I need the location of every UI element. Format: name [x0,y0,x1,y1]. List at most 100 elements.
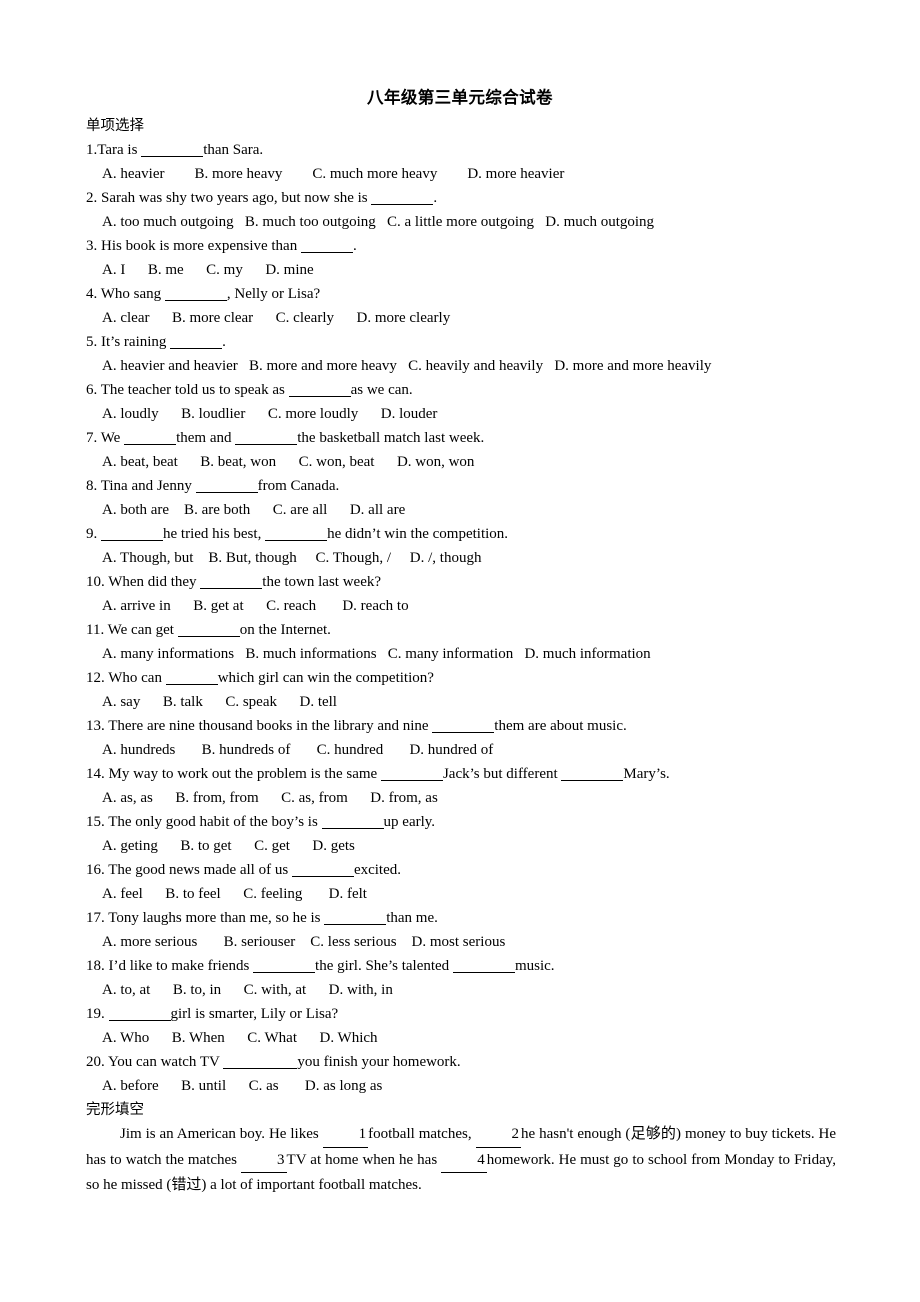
q13-blank[interactable] [432,717,495,733]
cloze-text-2: football matches, [368,1126,476,1142]
q16-blank[interactable] [291,861,354,877]
cloze-blank-3[interactable]: 3 [241,1148,287,1173]
cloze-blank-1[interactable]: 1 [322,1122,369,1148]
question-3-options[interactable]: A. I B. me C. my D. mine [86,258,836,282]
q1-text-after: than Sara. [203,142,264,158]
question-15-stem: 15. The only good habit of the boy’s is … [86,810,836,834]
q14-blank-1[interactable] [380,765,443,781]
q2-blank[interactable] [371,189,434,205]
q13-text-before: 13. There are nine thousand books in the… [86,718,433,734]
question-13-options[interactable]: A. hundreds B. hundreds of C. hundred D.… [86,738,836,762]
q5-blank[interactable] [170,333,223,349]
question-17-stem: 17. Tony laughs more than me, so he is t… [86,906,836,930]
q15-blank[interactable] [321,813,384,829]
q18-blank-2[interactable] [452,957,515,973]
q12-text-after: which girl can win the competition? [217,670,434,686]
question-17-options[interactable]: A. more serious B. seriouser C. less ser… [86,930,836,954]
question-14-options[interactable]: A. as, as B. from, from C. as, from D. f… [86,786,836,810]
q5-text-before: 5. It’s raining [86,334,171,350]
question-20-stem: 20. You can watch TV you finish your hom… [86,1050,836,1074]
q14-blank-2[interactable] [561,765,624,781]
q9-blank-1[interactable] [101,525,163,541]
question-16-stem: 16. The good news made all of us excited… [86,858,836,882]
q18-blank-1[interactable] [253,957,316,973]
question-7-stem: 7. We them and the basketball match last… [86,426,836,450]
q15-text-before: 15. The only good habit of the boy’s is [86,814,322,830]
q9-text-before: 9. [86,526,101,542]
question-10-options[interactable]: A. arrive in B. get at C. reach D. reach… [86,594,836,618]
question-19-options[interactable]: A. Who B. When C. What D. Which [86,1026,836,1050]
q17-text-before: 17. Tony laughs more than me, so he is [86,910,325,926]
section-heading-cloze: 完形填空 [86,1102,144,1118]
q6-text-after: as we can. [350,382,413,398]
q9-text-tail: he didn’t win the competition. [327,526,509,542]
question-9-options[interactable]: A. Though, but B. But, though C. Though,… [86,546,836,570]
q12-blank[interactable] [165,669,218,685]
q10-blank[interactable] [200,573,263,589]
q1-text-before: 1.Tara is [86,142,142,158]
question-20-options[interactable]: A. before B. until C. as D. as long as [86,1074,836,1098]
question-16-options[interactable]: A. feel B. to feel C. feeling D. felt [86,882,836,906]
q17-text-after: than me. [386,910,438,926]
question-15-options[interactable]: A. geting B. to get C. get D. gets [86,834,836,858]
q3-text-after: . [352,238,357,254]
question-5-options[interactable]: A. heavier and heavier B. more and more … [86,354,836,378]
question-11-options[interactable]: A. many informations B. much information… [86,642,836,666]
question-8-stem: 8. Tina and Jenny from Canada. [86,474,836,498]
q11-text-before: 11. We can get [86,622,178,638]
question-6-stem: 6. The teacher told us to speak as as we… [86,378,836,402]
question-6-options[interactable]: A. loudly B. loudlier C. more loudly D. … [86,402,836,426]
q18-text-tail: music. [514,958,555,974]
q7-text-after: the basketball match last week. [297,430,485,446]
q14-text-before: 14. My way to work out the problem is th… [86,766,381,782]
q7-blank-1[interactable] [124,429,177,445]
question-12-options[interactable]: A. say B. talk C. speak D. tell [86,690,836,714]
question-8-options[interactable]: A. both are B. are both C. are all D. al… [86,498,836,522]
question-9-stem: 9. he tried his best, he didn’t win the … [86,522,836,546]
q7-text-before: 7. We [86,430,125,446]
q15-text-after: up early. [383,814,436,830]
question-19-stem: 19. girl is smarter, Lily or Lisa? [86,1002,836,1026]
q19-blank[interactable] [108,1005,171,1021]
section-heading-multiple-choice: 单项选择 [86,118,144,134]
q5-text-after: . [222,334,226,350]
q4-text-before: 4. Who sang [86,286,165,302]
q4-blank[interactable] [164,285,227,301]
question-18-options[interactable]: A. to, at B. to, in C. with, at D. with,… [86,978,836,1002]
q2-text-after: . [433,190,438,206]
q20-blank[interactable] [223,1053,298,1069]
cloze-blank-4[interactable]: 4 [441,1148,487,1173]
q11-blank[interactable] [177,621,240,637]
cloze-blank-2[interactable]: 2 [475,1122,521,1148]
q3-blank[interactable] [300,237,353,253]
q16-text-before: 16. The good news made all of us [86,862,292,878]
q14-text-tail: Mary’s. [623,766,670,782]
q3-text-before: 3. His book is more expensive than [86,238,301,254]
q9-blank-2[interactable] [265,525,328,541]
q18-text-after: the girl. She’s talented [315,958,453,974]
question-10-stem: 10. When did they the town last week? [86,570,836,594]
q20-text-after: you finish your homework. [297,1054,461,1070]
exam-paper-page: 八年级第三单元综合试卷 单项选择 1.Tara is than Sara. A.… [0,0,920,1302]
q13-text-after: them are about music. [494,718,627,734]
q19-text-after: girl is smarter, Lily or Lisa? [170,1006,339,1022]
q14-text-after: Jack’s but different [442,766,562,782]
q6-blank[interactable] [288,381,351,397]
question-3-stem: 3. His book is more expensive than . [86,234,836,258]
question-5-stem: 5. It’s raining . [86,330,836,354]
q8-blank[interactable] [195,477,258,493]
question-14-stem: 14. My way to work out the problem is th… [86,762,836,786]
q8-text-after: from Canada. [257,478,340,494]
question-7-options[interactable]: A. beat, beat B. beat, won C. won, beat … [86,450,836,474]
cloze-passage: Jim is an American boy. He likes 1 footba… [86,1122,836,1198]
question-1-options[interactable]: A. heavier B. more heavy C. much more he… [86,162,836,186]
q18-text-before: 18. I’d like to make friends [86,958,254,974]
q17-blank[interactable] [324,909,387,925]
question-2-options[interactable]: A. too much outgoing B. much too outgoin… [86,210,836,234]
question-4-options[interactable]: A. clear B. more clear C. clearly D. mor… [86,306,836,330]
q7-blank-2[interactable] [235,429,298,445]
question-18-stem: 18. I’d like to make friends the girl. S… [86,954,836,978]
q11-text-after: on the Internet. [239,622,331,638]
q1-blank[interactable] [141,141,204,157]
q2-text-before: 2. Sarah was shy two years ago, but now … [86,190,372,206]
